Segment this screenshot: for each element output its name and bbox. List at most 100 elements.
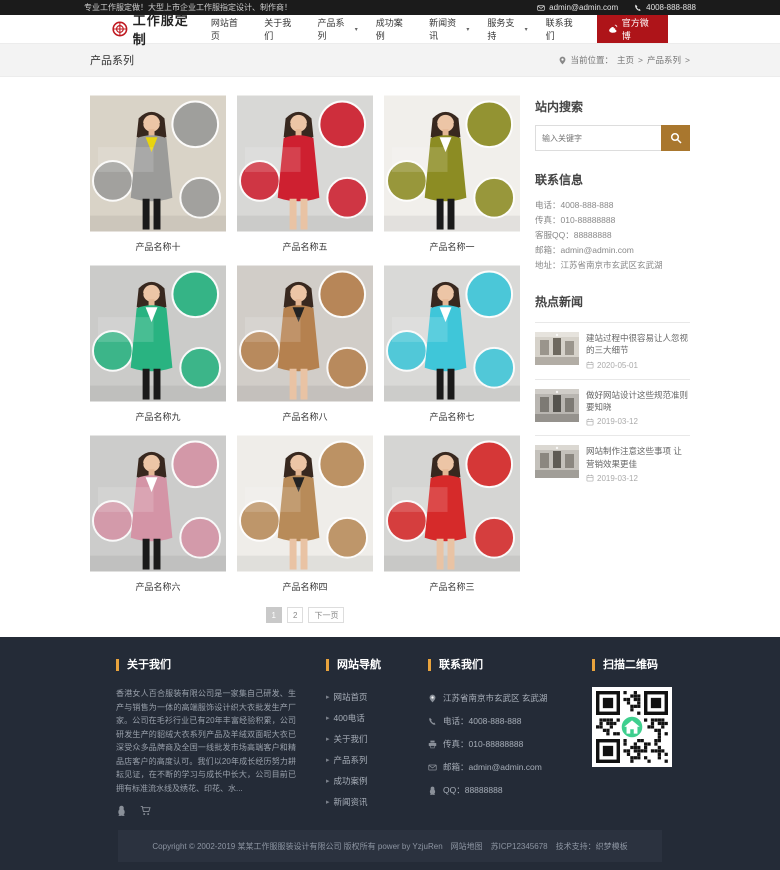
copyright-bar: Copyright © 2002-2019 某某工作服服装设计有限公司 版权所有…	[118, 830, 662, 862]
logo[interactable]: 工作服定制	[112, 10, 202, 48]
nav-item-0[interactable]: 网站首页	[202, 15, 255, 43]
nav-item-1[interactable]: 关于我们	[255, 15, 308, 43]
product-card[interactable]: 产品名称一	[384, 95, 520, 259]
contact-line: 传真：010-88888888	[535, 213, 690, 228]
news-thumbnail	[535, 389, 579, 422]
product-image[interactable]	[384, 435, 520, 572]
footer-about-title: 关于我们	[116, 659, 296, 671]
search-button[interactable]	[661, 125, 690, 151]
breadcrumb-current-link[interactable]: 产品系列	[647, 54, 681, 66]
product-image[interactable]	[90, 95, 226, 232]
nav-item-label: 网站首页	[211, 16, 246, 42]
page: 专业工作服定做！大型上市企业工作服指定设计、制作商！ admin@admin.c…	[0, 0, 780, 870]
nav-item-label: 新闻资讯	[429, 16, 464, 42]
news-date-text: 2020-05-01	[597, 361, 638, 370]
footer-social-icons	[116, 805, 296, 816]
footer-nav-link[interactable]: ▸网站首页	[326, 687, 396, 708]
breadcrumb-home-link[interactable]: 主页	[617, 54, 634, 66]
news-date: 2019-03-12	[586, 417, 690, 426]
product-name[interactable]: 产品名称三	[384, 572, 520, 599]
product-name[interactable]: 产品名称四	[237, 572, 373, 599]
qq-icon[interactable]	[116, 805, 127, 816]
footer-contact-text: 电话：4008-888-888	[443, 710, 521, 733]
product-image[interactable]	[384, 95, 520, 232]
nav-item-4[interactable]: 新闻资讯▾	[420, 15, 478, 43]
weibo-button[interactable]: 官方微博	[597, 15, 668, 43]
product-image[interactable]	[237, 265, 373, 402]
product-card[interactable]: 产品名称三	[384, 435, 520, 599]
product-image[interactable]	[90, 265, 226, 402]
news-body: 做好网站设计这些规范准则要知晓 2019-03-12	[586, 389, 690, 427]
nav-item-3[interactable]: 成功案例	[367, 15, 420, 43]
product-card[interactable]: 产品名称五	[237, 95, 373, 259]
nav-item-5[interactable]: 服务支持▾	[478, 15, 536, 43]
arrow-right-icon: ▸	[326, 771, 330, 792]
news-item[interactable]: 网站制作注意这些事项 让营销效果更佳 2019-03-12	[535, 435, 690, 492]
product-card[interactable]: 产品名称六	[90, 435, 226, 599]
footer-nav-link[interactable]: ▸产品系列	[326, 750, 396, 771]
product-image[interactable]	[237, 435, 373, 572]
product-name[interactable]: 产品名称五	[237, 232, 373, 259]
news-date-text: 2019-03-12	[597, 474, 638, 483]
footer-contact-item: QQ：88888888	[428, 779, 566, 802]
contact-lines: 电话：4008-888-888传真：010-88888888客服QQ：88888…	[535, 198, 690, 273]
nav-item-2[interactable]: 产品系列▾	[309, 15, 367, 43]
page-button-2[interactable]: 2	[287, 607, 303, 623]
footer-nav-link[interactable]: ▸新闻资讯	[326, 792, 396, 813]
qr-code	[592, 687, 672, 767]
product-card[interactable]: 产品名称七	[384, 265, 520, 429]
product-name[interactable]: 产品名称一	[384, 232, 520, 259]
product-name[interactable]: 产品名称八	[237, 402, 373, 429]
footer-contact-text: 邮箱：admin@admin.com	[443, 756, 542, 779]
news-title[interactable]: 建站过程中很容易让人忽视的三大细节	[586, 332, 690, 357]
main-content: 产品名称十 产品名称五 产品名称一	[90, 77, 690, 637]
calendar-icon	[586, 361, 594, 369]
chevron-down-icon: ▾	[466, 26, 469, 33]
nav-item-label: 服务支持	[487, 16, 522, 42]
mail-icon	[428, 763, 437, 772]
product-name[interactable]: 产品名称十	[90, 232, 226, 259]
footer: 关于我们 香港女人百合服装有限公司是一家集自己研发、生产与销售为一体的高端服饰设…	[0, 637, 780, 870]
news-item[interactable]: 做好网站设计这些规范准则要知晓 2019-03-12	[535, 379, 690, 436]
chevron-down-icon: ▾	[525, 26, 528, 33]
product-image[interactable]	[384, 265, 520, 402]
phone-icon	[634, 4, 642, 12]
news-title[interactable]: 做好网站设计这些规范准则要知晓	[586, 389, 690, 414]
next-page-button[interactable]: 下一页	[308, 607, 344, 623]
footer-nav-link[interactable]: ▸成功案例	[326, 771, 396, 792]
footer-contact-items: 江苏省南京市玄武区 玄武湖电话：4008-888-888传真：010-88888…	[428, 687, 566, 802]
arrow-right-icon: ▸	[326, 708, 330, 729]
product-card[interactable]: 产品名称九	[90, 265, 226, 429]
search-input[interactable]	[535, 125, 661, 151]
footer-nav-link[interactable]: ▸关于我们	[326, 729, 396, 750]
product-card[interactable]: 产品名称十	[90, 95, 226, 259]
topbar-email[interactable]: admin@admin.com	[537, 3, 618, 12]
product-card[interactable]: 产品名称四	[237, 435, 373, 599]
product-name[interactable]: 产品名称六	[90, 572, 226, 599]
cart-icon[interactable]	[140, 805, 151, 816]
page-button-1[interactable]: 1	[266, 607, 282, 623]
product-image[interactable]	[90, 435, 226, 572]
product-name[interactable]: 产品名称七	[384, 402, 520, 429]
product-image[interactable]	[237, 95, 373, 232]
footer-nav-link-label: 新闻资讯	[334, 792, 368, 813]
breadcrumb-label: 当前位置：	[571, 54, 614, 66]
footer-nav-link-label: 400电话	[334, 708, 365, 729]
mail-icon	[537, 4, 545, 12]
phone-icon	[428, 717, 437, 726]
product-name[interactable]: 产品名称九	[90, 402, 226, 429]
main-nav: 网站首页关于我们产品系列▾成功案例新闻资讯▾服务支持▾联系我们 官方微博	[202, 15, 668, 43]
breadcrumb-strip: 产品系列 当前位置： 主页 > 产品系列 >	[0, 44, 780, 77]
news-title[interactable]: 网站制作注意这些事项 让营销效果更佳	[586, 445, 690, 470]
footer-nav-link[interactable]: ▸400电话	[326, 708, 396, 729]
calendar-icon	[586, 474, 594, 482]
news-item[interactable]: 建站过程中很容易让人忽视的三大细节 2020-05-01	[535, 322, 690, 379]
product-card[interactable]: 产品名称八	[237, 265, 373, 429]
topbar-phone[interactable]: 4008-888-888	[634, 3, 696, 12]
nav-item-label: 关于我们	[264, 16, 299, 42]
products-column: 产品名称十 产品名称五 产品名称一	[90, 95, 520, 623]
contact-info-block: 联系信息 电话：4008-888-888传真：010-88888888客服QQ：…	[535, 171, 690, 273]
qq-icon	[428, 786, 437, 795]
news-date: 2020-05-01	[586, 361, 690, 370]
nav-item-6[interactable]: 联系我们	[537, 15, 590, 43]
